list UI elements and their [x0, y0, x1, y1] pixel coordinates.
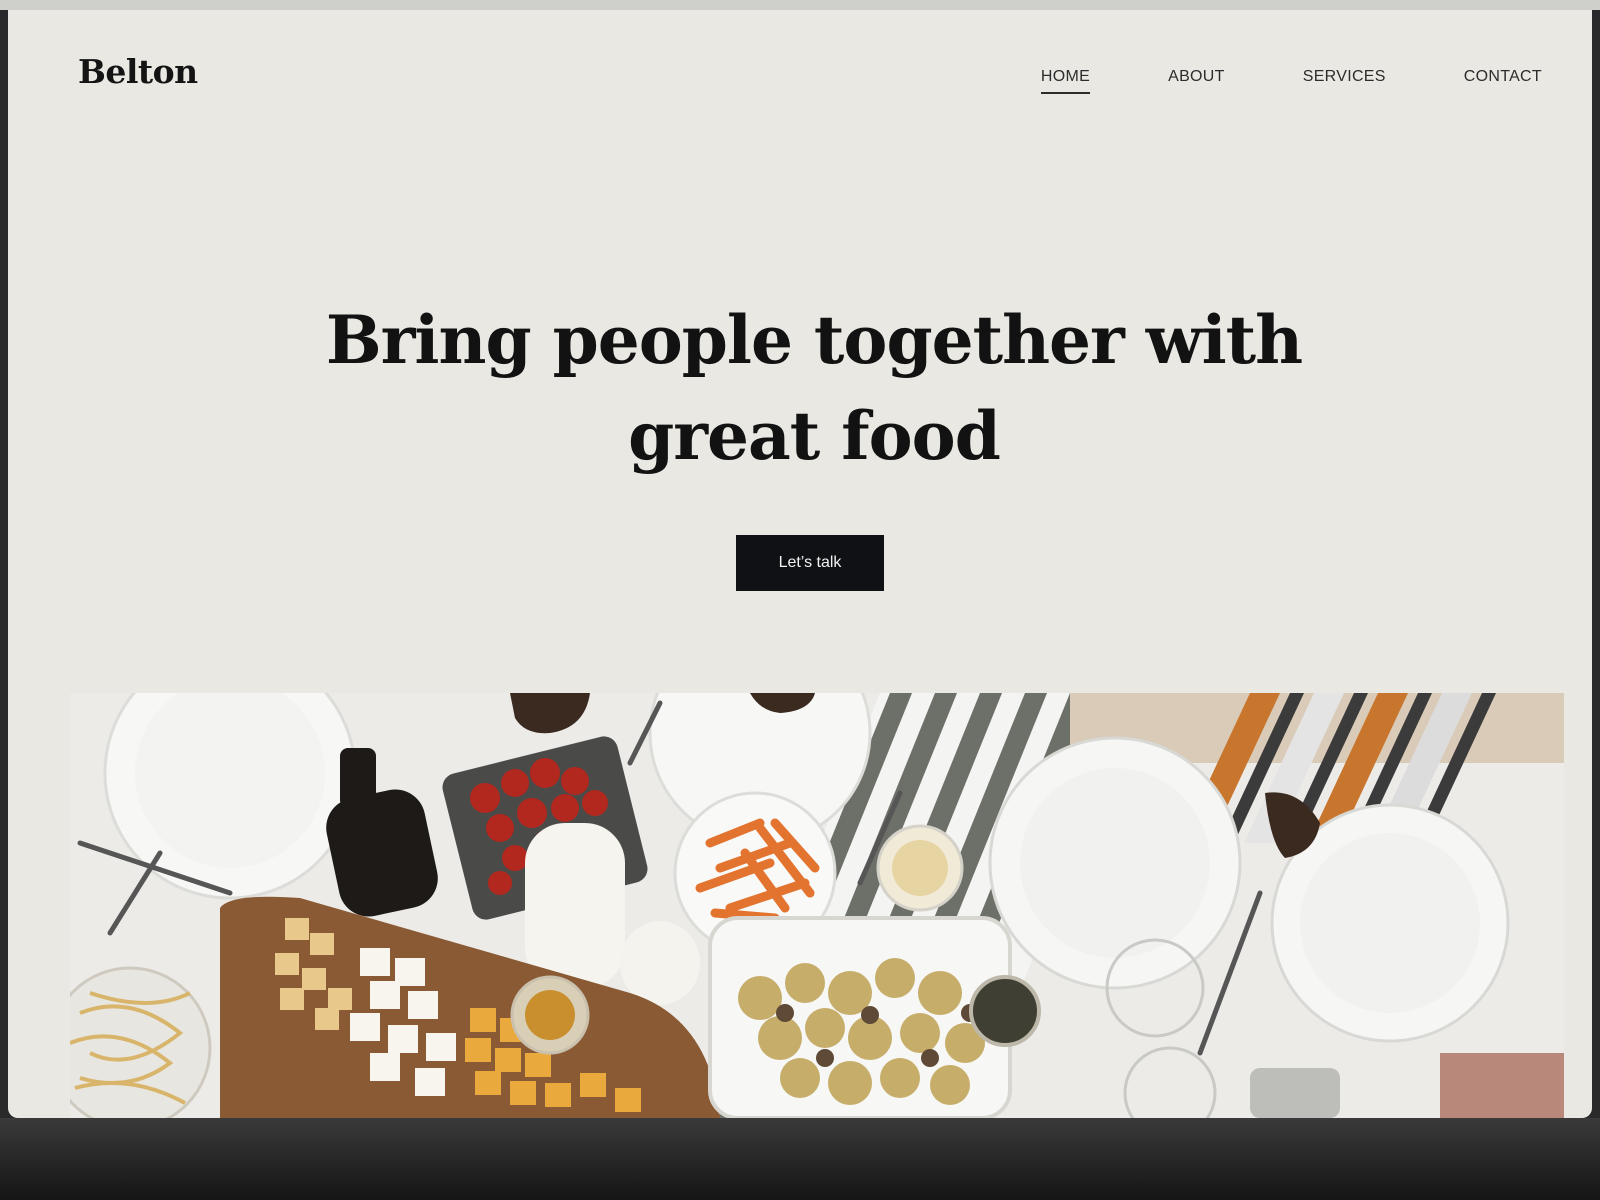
- lets-talk-button[interactable]: Let’s talk: [736, 535, 884, 591]
- monitor-bottom-bezel: [0, 1118, 1600, 1200]
- nav-item-about[interactable]: ABOUT: [1168, 60, 1225, 94]
- hero-title: Bring people together with great food: [258, 292, 1370, 484]
- main-nav: HOME ABOUT SERVICES CONTACT: [963, 60, 1542, 94]
- nav-item-services[interactable]: SERVICES: [1303, 60, 1386, 94]
- site-header: Belton HOME ABOUT SERVICES CONTACT: [8, 10, 1592, 130]
- browser-viewport: Belton HOME ABOUT SERVICES CONTACT Bring…: [8, 10, 1592, 1118]
- hero-title-line-1: Bring people together with: [325, 301, 1303, 379]
- brand-logo[interactable]: Belton: [78, 52, 198, 91]
- monitor-top-bezel: [0, 0, 1600, 10]
- hero-title-line-2: great food: [628, 397, 1001, 475]
- table-spread-illustration: [70, 693, 1564, 1118]
- nav-item-contact[interactable]: CONTACT: [1464, 60, 1542, 94]
- nav-item-home[interactable]: HOME: [1040, 60, 1091, 94]
- hero-food-image: [70, 693, 1564, 1118]
